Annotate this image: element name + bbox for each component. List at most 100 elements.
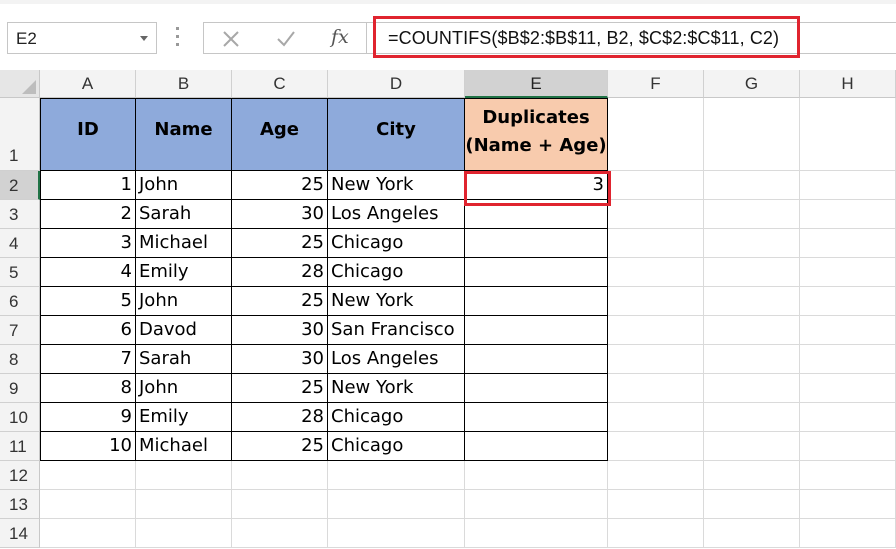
cell-city[interactable]: Chicago [328, 229, 465, 258]
cell-name[interactable]: Davod [136, 316, 232, 345]
cell-age[interactable]: 25 [232, 432, 328, 461]
row-header-4[interactable]: 4 [0, 229, 40, 258]
cell-g4[interactable] [704, 229, 800, 258]
row-header-7[interactable]: 7 [0, 316, 40, 345]
cell-g3[interactable] [704, 200, 800, 229]
row-header-3[interactable]: 3 [0, 200, 40, 229]
cell-a12[interactable] [40, 461, 136, 490]
cell-city[interactable]: New York [328, 171, 465, 200]
cell-city[interactable]: Los Angeles [328, 345, 465, 374]
cell-h12[interactable] [800, 461, 896, 490]
row-header-5[interactable]: 5 [0, 258, 40, 287]
row-header-12[interactable]: 12 [0, 461, 40, 490]
cell-h4[interactable] [800, 229, 896, 258]
cell-a13[interactable] [40, 490, 136, 519]
cell-e14[interactable] [465, 519, 608, 548]
cell-duplicates[interactable] [465, 374, 608, 403]
cell-g5[interactable] [704, 258, 800, 287]
cell-g14[interactable] [704, 519, 800, 548]
table-header-city[interactable]: City [328, 98, 465, 171]
cell-f12[interactable] [608, 461, 704, 490]
cell-h3[interactable] [800, 200, 896, 229]
cell-duplicates[interactable] [465, 316, 608, 345]
cell-name[interactable]: Michael [136, 432, 232, 461]
cell-age[interactable]: 28 [232, 258, 328, 287]
cell-f3[interactable] [608, 200, 704, 229]
cell-d12[interactable] [328, 461, 465, 490]
row-header-6[interactable]: 6 [0, 287, 40, 316]
cell-id[interactable]: 7 [40, 345, 136, 374]
cell-f13[interactable] [608, 490, 704, 519]
cell-age[interactable]: 25 [232, 287, 328, 316]
cell-b12[interactable] [136, 461, 232, 490]
row-header-13[interactable]: 13 [0, 490, 40, 519]
cell-f7[interactable] [608, 316, 704, 345]
cell-f6[interactable] [608, 287, 704, 316]
cell-f4[interactable] [608, 229, 704, 258]
cell-h2[interactable] [800, 171, 896, 200]
cell-city[interactable]: New York [328, 287, 465, 316]
row-header-9[interactable]: 9 [0, 374, 40, 403]
cell-h10[interactable] [800, 403, 896, 432]
cell-duplicates[interactable] [465, 229, 608, 258]
cell-h9[interactable] [800, 374, 896, 403]
checkmark-icon[interactable] [276, 30, 296, 48]
cell-city[interactable]: San Francisco [328, 316, 465, 345]
cell-id[interactable]: 6 [40, 316, 136, 345]
cell-id[interactable]: 3 [40, 229, 136, 258]
column-header-h[interactable]: H [800, 70, 896, 98]
column-header-b[interactable]: B [136, 70, 232, 98]
cell-f10[interactable] [608, 403, 704, 432]
cell-g9[interactable] [704, 374, 800, 403]
column-header-c[interactable]: C [232, 70, 328, 98]
cell-age[interactable]: 25 [232, 374, 328, 403]
cell-d13[interactable] [328, 490, 465, 519]
cell-city[interactable]: Los Angeles [328, 200, 465, 229]
cell-h14[interactable] [800, 519, 896, 548]
name-box[interactable]: E2 [7, 22, 157, 54]
cell-b14[interactable] [136, 519, 232, 548]
cell-age[interactable]: 25 [232, 229, 328, 258]
cell-g8[interactable] [704, 345, 800, 374]
cell-h11[interactable] [800, 432, 896, 461]
cell-b13[interactable] [136, 490, 232, 519]
cell-id[interactable]: 5 [40, 287, 136, 316]
column-header-a[interactable]: A [40, 70, 136, 98]
cell-city[interactable]: Chicago [328, 432, 465, 461]
cell-age[interactable]: 28 [232, 403, 328, 432]
row-header-14[interactable]: 14 [0, 519, 40, 548]
cell-name[interactable]: Sarah [136, 200, 232, 229]
cell-f11[interactable] [608, 432, 704, 461]
chevron-down-icon[interactable] [140, 36, 148, 41]
column-header-g[interactable]: G [704, 70, 800, 98]
cell-duplicates[interactable] [465, 287, 608, 316]
cell-name[interactable]: John [136, 287, 232, 316]
column-header-e[interactable]: E [465, 70, 608, 98]
cell-duplicates[interactable] [465, 403, 608, 432]
close-icon[interactable] [222, 30, 240, 48]
cell-age[interactable]: 30 [232, 200, 328, 229]
cell-name[interactable]: Sarah [136, 345, 232, 374]
cell-c13[interactable] [232, 490, 328, 519]
cell-a14[interactable] [40, 519, 136, 548]
cell-g7[interactable] [704, 316, 800, 345]
cell-g10[interactable] [704, 403, 800, 432]
cell-g6[interactable] [704, 287, 800, 316]
cell-name[interactable]: John [136, 374, 232, 403]
cell-c14[interactable] [232, 519, 328, 548]
table-header-age[interactable]: Age [232, 98, 328, 171]
row-header-2[interactable]: 2 [0, 171, 40, 200]
cell-name[interactable]: Emily [136, 403, 232, 432]
fx-icon[interactable]: fx [331, 26, 349, 48]
cell-e13[interactable] [465, 490, 608, 519]
cell-f8[interactable] [608, 345, 704, 374]
cell-g1[interactable] [704, 98, 800, 171]
cell-name[interactable]: John [136, 171, 232, 200]
column-header-f[interactable]: F [608, 70, 704, 98]
cell-id[interactable]: 4 [40, 258, 136, 287]
cell-f9[interactable] [608, 374, 704, 403]
cell-g11[interactable] [704, 432, 800, 461]
cell-id[interactable]: 2 [40, 200, 136, 229]
cell-h5[interactable] [800, 258, 896, 287]
cell-duplicates[interactable] [465, 432, 608, 461]
